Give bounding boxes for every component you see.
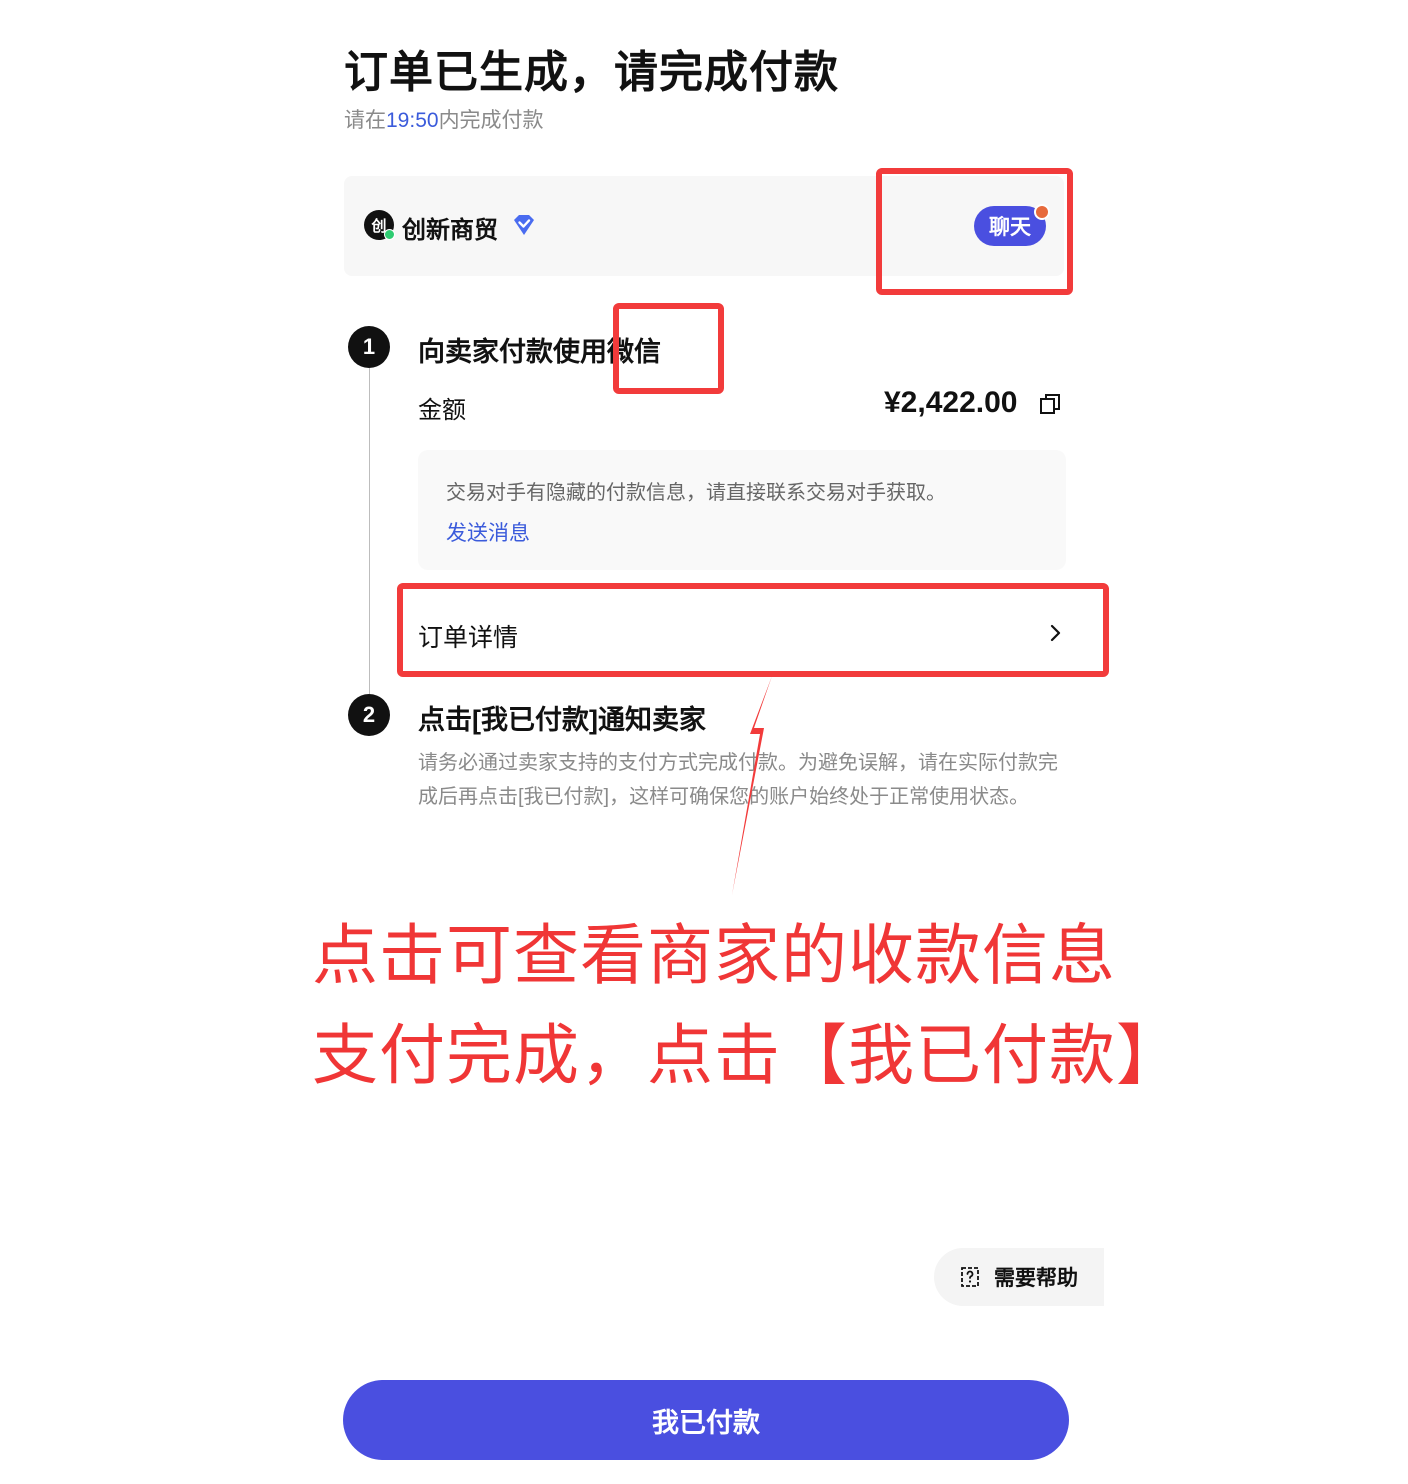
highlight-box-order-detail [397,583,1109,677]
payment-countdown: 请在19:50内完成付款 [344,104,544,134]
step-2-title: 点击[我已付款]通知卖家 [418,705,706,735]
help-label: 需要帮助 [994,1267,1078,1290]
countdown-prefix: 请在 [344,109,386,132]
merchant-name[interactable]: 创新商贸 [402,210,498,245]
copy-icon[interactable] [1038,392,1062,416]
countdown-suffix: 内完成付款 [438,109,544,132]
step-connector-line [369,368,370,694]
annotation-text-line-1: 点击可查看商家的收款信息 [312,918,1116,992]
online-status-dot [384,229,395,240]
step-2-indicator: 2 [348,694,390,736]
countdown-timer: 19:50 [386,109,439,132]
amount-value: ¥2,422.00 [884,386,1018,419]
i-have-paid-button[interactable]: 我已付款 [343,1380,1069,1460]
annotation-arrow [732,676,772,895]
step-1-indicator: 1 [348,326,390,368]
question-icon [961,1267,979,1287]
highlight-box-chat [876,168,1073,295]
hidden-payment-notice [418,450,1066,570]
step-1-title-prefix: 向卖家付款使用 [418,337,607,367]
verified-badge-icon [514,215,534,235]
highlight-box-payment-method [613,303,724,394]
help-button[interactable]: 需要帮助 [934,1248,1104,1306]
merchant-avatar: 创 [364,210,395,240]
send-message-link[interactable]: 发送消息 [446,517,530,547]
page-title: 订单已生成，请完成付款 [344,48,839,97]
annotation-text-line-2: 支付完成，点击【我已付款】 [312,1018,1183,1092]
notice-text: 交易对手有隐藏的付款信息，请直接联系交易对手获取。 [446,482,946,504]
amount-label: 金额 [418,397,466,424]
